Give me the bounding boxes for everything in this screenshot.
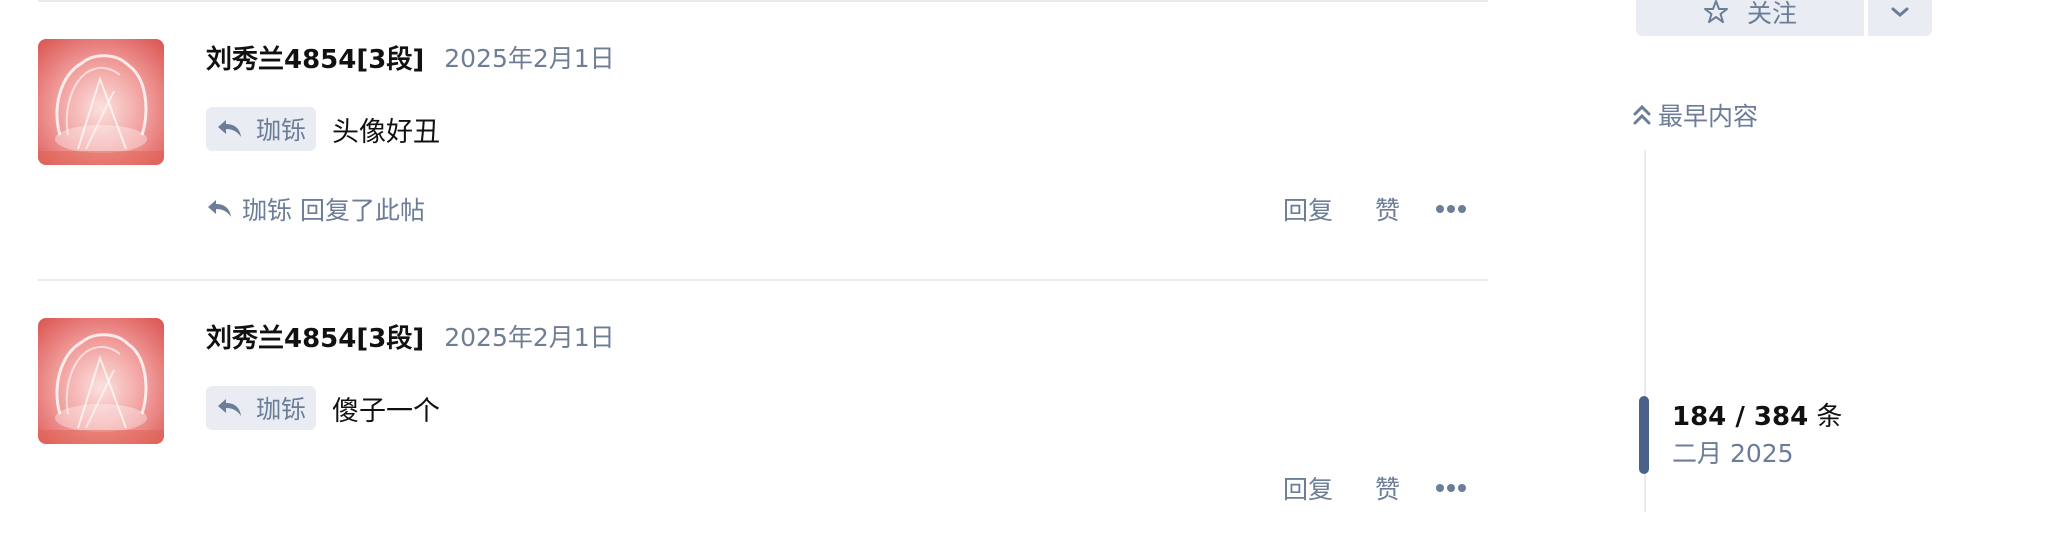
timeline-position: 184 / 384 条 (1672, 396, 1842, 433)
follow-button[interactable]: 关注 (1636, 0, 1864, 36)
post-body: 傻子一个 (332, 395, 440, 427)
jump-to-earliest[interactable]: 最早内容 (1632, 96, 1758, 134)
double-chevron-up-icon (1633, 104, 1651, 125)
timeline-total: 384 (1753, 402, 1809, 432)
reply-button[interactable]: 回复 (1283, 191, 1333, 227)
post-header: 刘秀兰4854[3段] 2025年2月1日 (206, 39, 615, 75)
ellipsis-icon (1436, 205, 1467, 213)
ellipsis-icon (1436, 484, 1467, 492)
username[interactable]: 刘秀兰4854[3段] (206, 318, 424, 355)
post-actions: 回复 赞 (1283, 189, 1467, 229)
reply-to-user: 珈铄 (256, 116, 307, 145)
username[interactable]: 刘秀兰4854[3段] (206, 39, 424, 76)
more-button[interactable] (1436, 204, 1467, 214)
follow-label: 关注 (1746, 0, 1797, 28)
reply-to-tag[interactable]: 珈铄 (206, 386, 317, 430)
more-button[interactable] (1436, 483, 1467, 493)
like-button[interactable]: 赞 (1375, 191, 1400, 227)
post-divider (38, 0, 1488, 2)
post-body: 头像好丑 (332, 116, 440, 148)
reply-arrow-icon (208, 200, 231, 217)
timeline-separator: / (1726, 402, 1754, 432)
reply-to-tag[interactable]: 珈铄 (206, 107, 317, 151)
post-date[interactable]: 2025年2月1日 (444, 39, 614, 75)
reply-arrow-icon (218, 120, 241, 137)
post-actions: 回复 赞 (1283, 468, 1467, 508)
post-1: 刘秀兰4854[3段] 2025年2月1日 珈铄 头像好丑 珈铄 回复了此帖 回… (38, 39, 1488, 269)
star-icon (1703, 0, 1728, 23)
earliest-label: 最早内容 (1658, 102, 1759, 131)
reply-arrow-icon (218, 399, 241, 416)
post-header: 刘秀兰4854[3段] 2025年2月1日 (206, 318, 615, 354)
timeline-handle[interactable] (1639, 396, 1649, 474)
avatar[interactable] (38, 318, 164, 444)
follow-options-dropdown[interactable] (1868, 0, 1932, 36)
avatar[interactable] (38, 39, 164, 165)
post-divider (38, 279, 1488, 281)
reply-to-user: 珈铄 (256, 395, 307, 424)
chevron-down-icon (1891, 7, 1909, 17)
timeline-unit: 条 (1808, 402, 1843, 432)
replied-by-text: 珈铄 回复了此帖 (242, 196, 425, 225)
timeline-current: 184 (1672, 402, 1727, 432)
post-2: 刘秀兰4854[3段] 2025年2月1日 珈铄 傻子一个 回复 赞 (38, 318, 1488, 548)
timeline-date: 二月 2025 (1672, 439, 1794, 468)
replied-by-indicator[interactable]: 珈铄 回复了此帖 (206, 189, 425, 229)
post-date[interactable]: 2025年2月1日 (444, 318, 614, 354)
reply-button[interactable]: 回复 (1283, 470, 1333, 506)
like-button[interactable]: 赞 (1375, 470, 1400, 506)
